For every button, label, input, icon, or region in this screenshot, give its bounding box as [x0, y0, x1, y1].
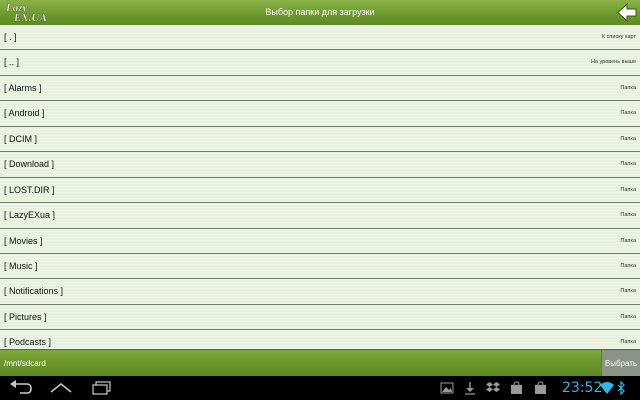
folder-name: [ Movies ] [4, 235, 43, 246]
list-item[interactable]: [ Download ] Папка [0, 152, 640, 178]
home-icon[interactable] [48, 378, 74, 398]
bluetooth-icon [617, 381, 625, 395]
folder-name: [ Pictures ] [4, 311, 47, 322]
select-button[interactable]: Выбрать [601, 350, 640, 377]
folder-type: Папка [620, 339, 636, 346]
page-title: Выбор папки для загрузки [265, 7, 375, 17]
list-item[interactable]: [ DCIM ] Папка [0, 127, 640, 153]
back-icon[interactable] [8, 378, 34, 398]
list-item[interactable]: [ LOST.DIR ] Папка [0, 178, 640, 204]
folder-type: На уровень выше [590, 59, 636, 66]
list-item[interactable]: [ Movies ] Папка [0, 229, 640, 254]
list-item[interactable]: [ Pictures ] Папка [0, 305, 640, 331]
path-bar: /mnt/sdcard Выбрать [0, 349, 640, 377]
folder-type: Папка [620, 135, 636, 142]
folder-type: Папка [620, 161, 636, 168]
list-item[interactable]: [ Android ] Папка [0, 101, 640, 127]
system-nav-bar: 23:52 [0, 376, 640, 400]
folder-list[interactable]: [ . ] К списку карт[ .. ] На уровень выше[… [0, 25, 640, 349]
current-path: /mnt/sdcard [4, 359, 46, 368]
list-item[interactable]: [ Music ] Папка [0, 254, 640, 280]
header-bar: Lazy EX.UA Выбор папки для загрузки [0, 0, 640, 26]
download-icon [465, 382, 475, 395]
folder-name: [ DCIM ] [4, 133, 37, 144]
folder-type: К списку карт [601, 34, 636, 40]
folder-type: Папка [620, 84, 636, 91]
folder-name: [ Notifications ] [4, 286, 64, 297]
list-item[interactable]: [ LazyEXua ] Папка [0, 203, 640, 229]
folder-name: [ Alarms ] [4, 82, 42, 93]
status-clock: 23:52 [562, 380, 603, 396]
recent-apps-icon[interactable] [90, 378, 114, 398]
dropbox-icon [486, 382, 500, 392]
folder-name: [ . ] [4, 32, 17, 42]
folder-type: Папка [620, 186, 636, 193]
list-item[interactable]: [ . ] К списку карт [0, 25, 640, 51]
back-arrow-icon[interactable] [617, 3, 637, 22]
folder-name: [ Download ] [4, 159, 55, 170]
list-item[interactable]: [ Podcasts ] Папка [0, 330, 640, 349]
shop-bag-icon [511, 381, 522, 394]
folder-type: Папка [620, 262, 636, 269]
folder-name: [ Podcasts ] [4, 337, 52, 348]
wifi-icon [600, 382, 614, 394]
folder-type: Папка [620, 212, 636, 219]
folder-name: [ LOST.DIR ] [4, 184, 55, 195]
list-item[interactable]: [ Alarms ] Папка [0, 76, 640, 102]
folder-type: Папка [620, 237, 636, 244]
list-item[interactable]: [ Notifications ] Папка [0, 279, 640, 305]
folder-name: [ .. ] [4, 57, 20, 68]
folder-name: [ LazyEXua ] [4, 210, 56, 221]
folder-name: [ Music ] [4, 260, 38, 271]
shop-bag-icon [535, 381, 546, 394]
folder-type: Папка [620, 110, 636, 117]
list-item[interactable]: [ .. ] На уровень выше [0, 50, 640, 76]
folder-name: [ Android ] [4, 108, 45, 119]
gallery-icon [440, 382, 454, 394]
folder-type: Папка [620, 313, 636, 320]
folder-type: Папка [620, 288, 636, 295]
